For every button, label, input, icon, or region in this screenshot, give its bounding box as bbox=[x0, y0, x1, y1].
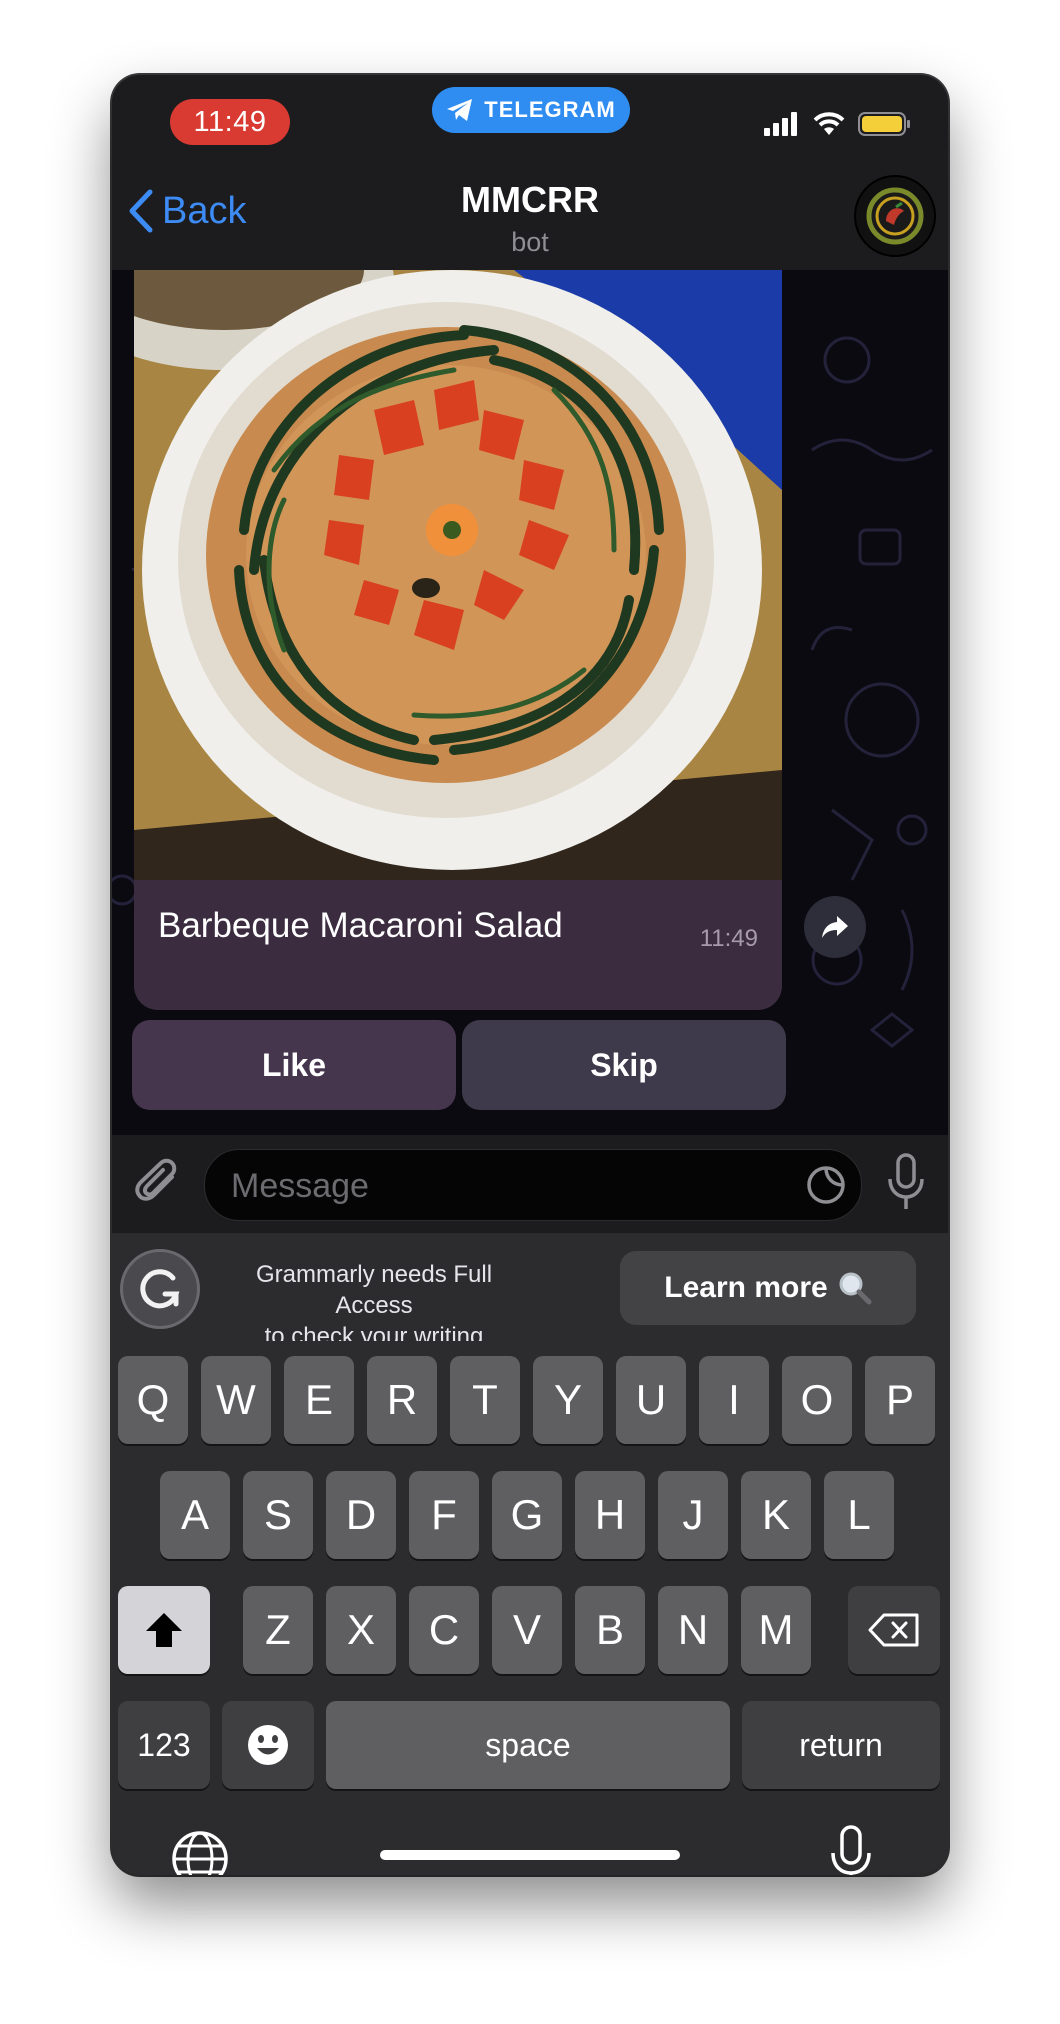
key-e[interactable]: E bbox=[284, 1356, 354, 1444]
shift-icon bbox=[146, 1613, 182, 1647]
key-h[interactable]: H bbox=[575, 1471, 645, 1559]
emoji-key[interactable] bbox=[222, 1701, 314, 1789]
chat-header: Back MMCRR bot bbox=[112, 157, 948, 271]
message-caption: Barbeque Macaroni Salad bbox=[158, 906, 563, 945]
return-key[interactable]: return bbox=[742, 1701, 940, 1789]
globe-icon[interactable] bbox=[170, 1829, 230, 1875]
key-x[interactable]: X bbox=[326, 1586, 396, 1674]
chat-title[interactable]: MMCRR bbox=[112, 179, 948, 221]
key-z[interactable]: Z bbox=[243, 1586, 313, 1674]
shift-key[interactable] bbox=[118, 1586, 210, 1674]
bot-logo-icon bbox=[866, 187, 924, 245]
space-key[interactable]: space bbox=[326, 1701, 730, 1789]
forward-button[interactable] bbox=[804, 896, 866, 958]
key-i[interactable]: I bbox=[699, 1356, 769, 1444]
key-d[interactable]: D bbox=[326, 1471, 396, 1559]
battery-icon bbox=[858, 112, 910, 136]
key-m[interactable]: M bbox=[741, 1586, 811, 1674]
key-s[interactable]: S bbox=[243, 1471, 313, 1559]
key-q[interactable]: Q bbox=[118, 1356, 188, 1444]
key-n[interactable]: N bbox=[658, 1586, 728, 1674]
forward-icon bbox=[822, 916, 848, 938]
key-a[interactable]: A bbox=[160, 1471, 230, 1559]
photo-message[interactable]: Barbeque Macaroni Salad 11:49 bbox=[134, 270, 782, 1010]
chat-area[interactable]: Barbeque Macaroni Salad 11:49 Like Skip bbox=[112, 270, 948, 1135]
message-placeholder: Message bbox=[231, 1167, 369, 1205]
learn-more-button[interactable]: Learn more bbox=[620, 1251, 916, 1325]
food-photo[interactable] bbox=[134, 270, 782, 880]
home-indicator[interactable] bbox=[380, 1850, 680, 1860]
grammarly-g-icon bbox=[140, 1269, 180, 1309]
message-time: 11:49 bbox=[699, 925, 758, 952]
telegram-call-pill[interactable]: TELEGRAM bbox=[432, 87, 630, 133]
key-y[interactable]: Y bbox=[533, 1356, 603, 1444]
key-w[interactable]: W bbox=[201, 1356, 271, 1444]
key-o[interactable]: O bbox=[782, 1356, 852, 1444]
message-input-bar: Message bbox=[112, 1135, 948, 1233]
key-c[interactable]: C bbox=[409, 1586, 479, 1674]
wifi-icon bbox=[813, 112, 845, 135]
grammarly-bar: Grammarly needs Full Access to check you… bbox=[112, 1233, 948, 1350]
like-button[interactable]: Like bbox=[132, 1020, 456, 1110]
key-b[interactable]: B bbox=[575, 1586, 645, 1674]
bot-avatar[interactable] bbox=[854, 175, 936, 257]
key-u[interactable]: U bbox=[616, 1356, 686, 1444]
backspace-icon bbox=[868, 1613, 919, 1647]
key-l[interactable]: L bbox=[824, 1471, 894, 1559]
attach-icon[interactable] bbox=[134, 1157, 184, 1211]
key-g[interactable]: G bbox=[492, 1471, 562, 1559]
key-k[interactable]: K bbox=[741, 1471, 811, 1559]
key-v[interactable]: V bbox=[492, 1586, 562, 1674]
telegram-label: TELEGRAM bbox=[484, 97, 616, 122]
grammarly-logo-icon[interactable] bbox=[120, 1249, 200, 1329]
skip-button[interactable]: Skip bbox=[462, 1020, 786, 1110]
learn-more-label: Learn more bbox=[664, 1271, 828, 1304]
status-bar: 11:49 TELEGRAM bbox=[112, 75, 948, 157]
message-input[interactable]: Message bbox=[204, 1149, 862, 1221]
signal-icon bbox=[764, 112, 797, 136]
numbers-key[interactable]: 123 bbox=[118, 1701, 210, 1789]
dictation-mic-icon[interactable] bbox=[828, 1825, 874, 1875]
grammarly-message: Grammarly needs Full Access to check you… bbox=[224, 1259, 524, 1352]
key-p[interactable]: P bbox=[865, 1356, 935, 1444]
status-time[interactable]: 11:49 bbox=[170, 99, 290, 145]
grammarly-message-line1: Grammarly needs Full Access bbox=[255, 1261, 493, 1319]
key-f[interactable]: F bbox=[409, 1471, 479, 1559]
chat-subtitle: bot bbox=[511, 227, 549, 257]
delete-key[interactable] bbox=[848, 1586, 940, 1674]
keyboard: Q W E R T Y U I O P A S D F G H J K L Z … bbox=[112, 1341, 948, 1875]
sticker-icon[interactable] bbox=[805, 1164, 847, 1206]
voice-message-icon[interactable] bbox=[886, 1153, 926, 1213]
telegram-icon bbox=[447, 99, 473, 121]
phone-screen: 11:49 TELEGRAM Back MMCRR bot Barbeque M… bbox=[112, 75, 948, 1875]
magnifier-icon bbox=[839, 1272, 872, 1305]
status-icons bbox=[764, 111, 912, 137]
key-j[interactable]: J bbox=[658, 1471, 728, 1559]
emoji-icon bbox=[248, 1725, 288, 1765]
key-t[interactable]: T bbox=[450, 1356, 520, 1444]
key-r[interactable]: R bbox=[367, 1356, 437, 1444]
